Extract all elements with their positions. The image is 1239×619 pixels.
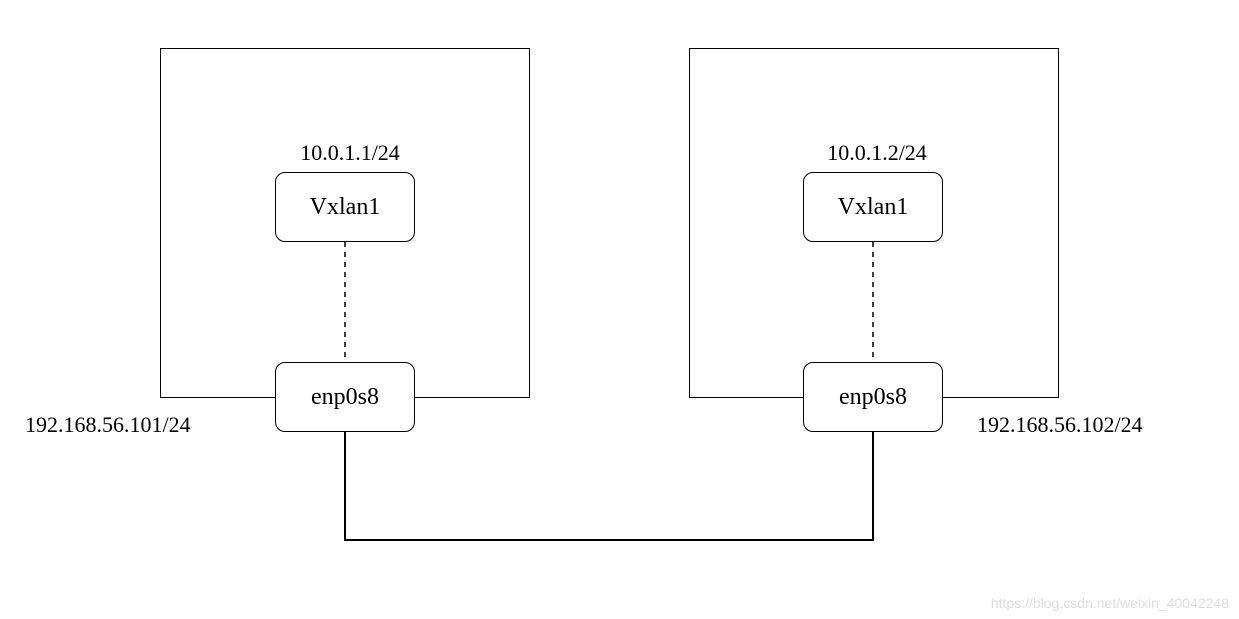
host1-nic-ip: 192.168.56.101/24: [25, 412, 265, 438]
host1-nic-name: enp0s8: [311, 384, 379, 411]
host2-vxlan-ip: 10.0.1.2/24: [797, 140, 957, 166]
host2-nic-name: enp0s8: [839, 384, 907, 411]
host2-vxlan-name: Vxlan1: [838, 194, 909, 221]
host1-nic-node: enp0s8: [275, 362, 415, 432]
host1-vxlan-node: Vxlan1: [275, 172, 415, 242]
watermark: https://blog.csdn.net/weixin_40042248: [991, 595, 1229, 611]
host1-vxlan-ip: 10.0.1.1/24: [270, 140, 430, 166]
host1-vxlan-name: Vxlan1: [310, 194, 381, 221]
host2-nic-ip: 192.168.56.102/24: [977, 412, 1217, 438]
host2-vxlan-node: Vxlan1: [803, 172, 943, 242]
host2-nic-node: enp0s8: [803, 362, 943, 432]
